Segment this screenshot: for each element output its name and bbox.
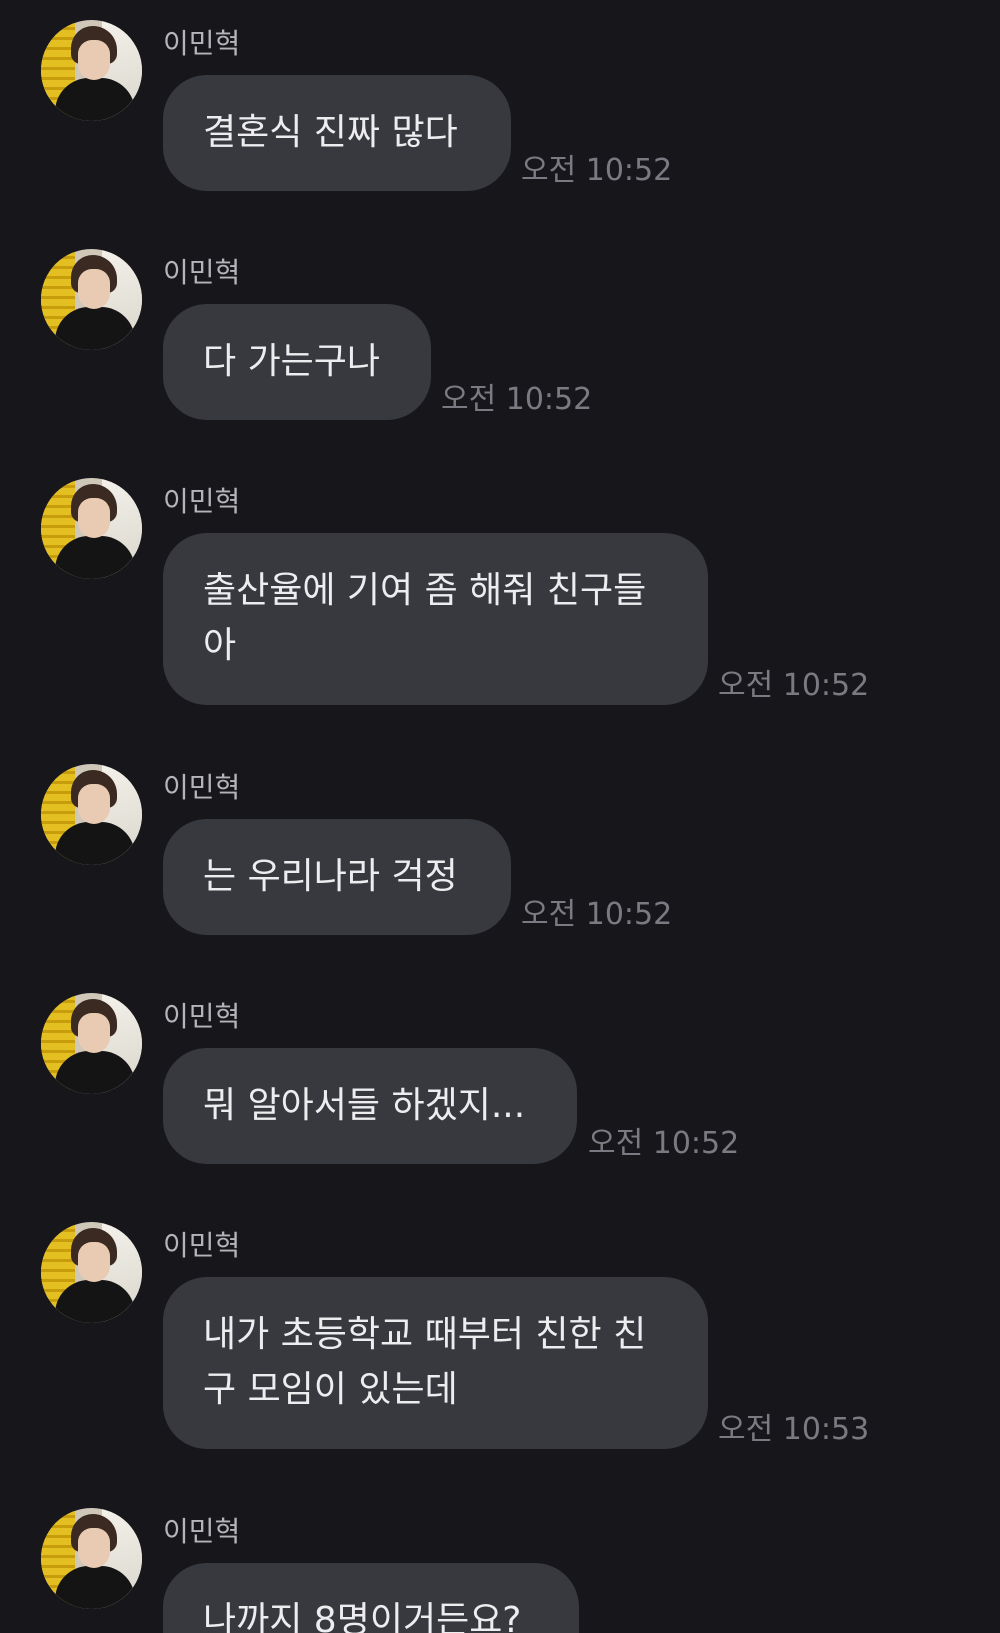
message-bubble[interactable]: 결혼식 진짜 많다 bbox=[163, 75, 511, 191]
message-time: 오전 10:52 bbox=[588, 1126, 740, 1161]
sender-name: 이민혁 bbox=[163, 1229, 241, 1262]
message-time: 오전 10:52 bbox=[441, 382, 593, 417]
avatar[interactable] bbox=[41, 993, 142, 1094]
avatar[interactable] bbox=[41, 249, 142, 350]
message-bubble[interactable]: 다 가는구나 bbox=[163, 304, 431, 420]
avatar[interactable] bbox=[41, 764, 142, 865]
chat-message-list[interactable]: 이민혁 결혼식 진짜 많다 오전 10:52 이민혁 다 가는구나 오전 10:… bbox=[0, 0, 1000, 1633]
sender-name: 이민혁 bbox=[163, 256, 241, 289]
sender-name: 이민혁 bbox=[163, 27, 241, 60]
message-bubble[interactable]: 출산율에 기여 좀 해줘 친구들아 bbox=[163, 533, 708, 705]
sender-name: 이민혁 bbox=[163, 1515, 241, 1548]
message-time: 오전 10:53 bbox=[718, 1412, 870, 1447]
message-time: 오전 10:52 bbox=[521, 897, 673, 932]
avatar[interactable] bbox=[41, 478, 142, 579]
message-bubble[interactable]: 는 우리나라 걱정 bbox=[163, 819, 511, 935]
message-bubble[interactable]: 나까지 8명이거든요? bbox=[163, 1563, 579, 1633]
sender-name: 이민혁 bbox=[163, 485, 241, 518]
message-bubble[interactable]: 뭐 알아서들 하겠지... bbox=[163, 1048, 577, 1164]
sender-name: 이민혁 bbox=[163, 771, 241, 804]
avatar[interactable] bbox=[41, 1222, 142, 1323]
message-time: 오전 10:52 bbox=[521, 153, 673, 188]
message-bubble[interactable]: 내가 초등학교 때부터 친한 친구 모임이 있는데 bbox=[163, 1277, 708, 1449]
avatar[interactable] bbox=[41, 1508, 142, 1609]
message-time: 오전 10:52 bbox=[718, 668, 870, 703]
sender-name: 이민혁 bbox=[163, 1000, 241, 1033]
avatar[interactable] bbox=[41, 20, 142, 121]
